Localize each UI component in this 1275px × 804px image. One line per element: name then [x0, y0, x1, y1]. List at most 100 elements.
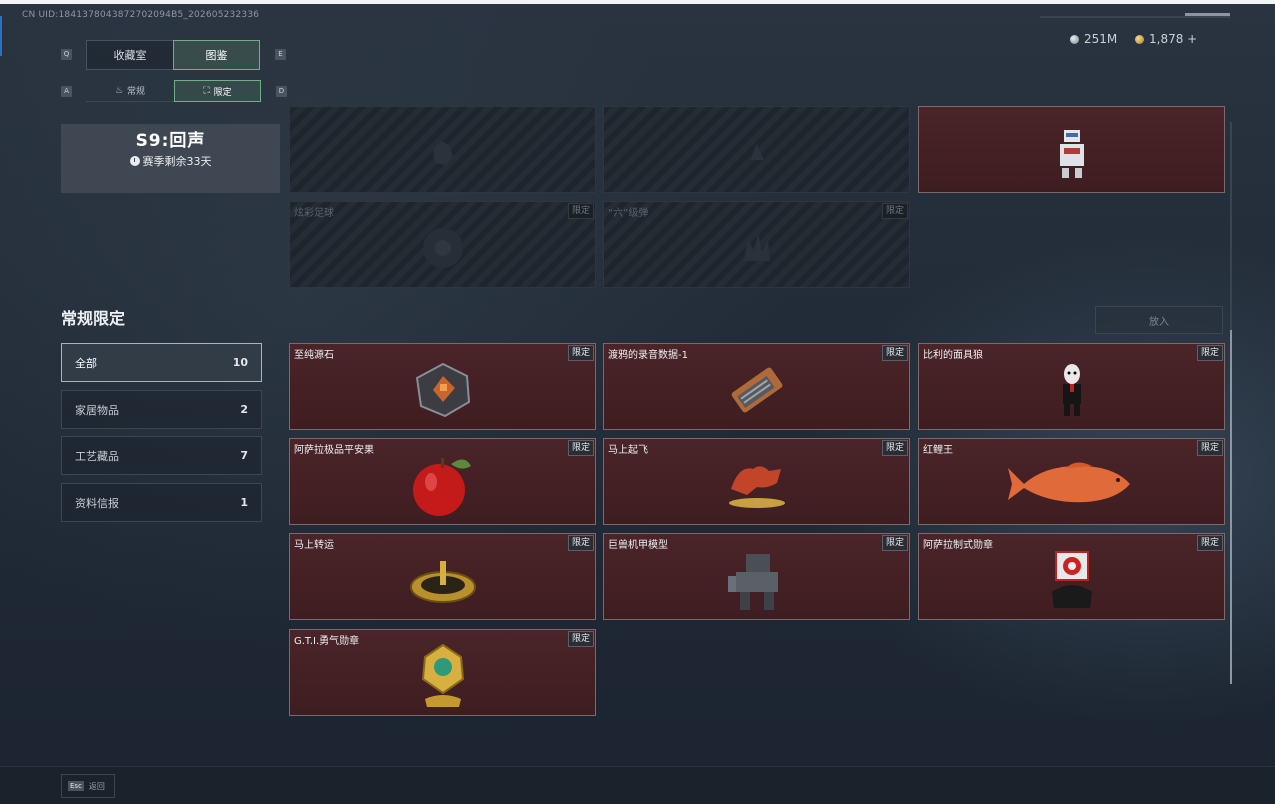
robot-figure-icon — [1059, 129, 1084, 178]
filter-label: 工艺藏品 — [75, 449, 119, 463]
item-name: 至纯源石 — [294, 350, 334, 361]
subtab-label: 常规 — [127, 87, 146, 97]
item-name: 巨兽机甲模型 — [608, 540, 668, 551]
subtab-limited[interactable]: ⛶ 限定 — [174, 80, 261, 102]
football-icon — [422, 227, 463, 268]
esc-key-icon: Esc — [68, 781, 84, 791]
mech-model-icon — [727, 553, 778, 610]
subtab-label: 限定 — [213, 87, 232, 98]
source-stone-icon — [415, 362, 470, 418]
season-item-card[interactable] — [918, 106, 1225, 193]
hand-gesture-icon — [743, 232, 770, 261]
collection-item-card[interactable]: 至纯源石 限定 — [289, 343, 596, 430]
currency-silver-value: 251M — [1084, 32, 1118, 46]
carp-fish-icon — [1007, 462, 1130, 503]
item-name: 比利的面具狼 — [923, 350, 983, 361]
medal-badge-icon — [1051, 550, 1092, 608]
window-top-strip — [0, 0, 1275, 4]
locked-item-icon — [432, 140, 453, 165]
locked-item-icon — [749, 143, 764, 160]
limited-tag: 限定 — [1196, 440, 1223, 456]
collection-item-card[interactable]: 马上起飞 限定 — [603, 438, 910, 525]
silver-coin-icon — [1070, 34, 1079, 44]
limited-tag: 限定 — [567, 631, 594, 647]
horse-statue-icon — [728, 466, 785, 508]
gold-coin-icon — [1135, 34, 1144, 44]
season-item-card[interactable]: “六”级弹 限定 — [603, 201, 910, 288]
top-indicator — [1185, 13, 1230, 16]
limited-tag: 限定 — [881, 440, 908, 456]
item-name: “六”级弹 — [608, 208, 649, 219]
user-uid: CN UID:1841378043872702094B5_20260523233… — [22, 10, 260, 20]
filter-all[interactable]: 全部 10 — [61, 343, 262, 382]
collection-item-card[interactable]: 马上转运 限定 — [289, 533, 596, 620]
collection-item-card[interactable]: G.T.I.勇气勋章 限定 — [289, 629, 596, 716]
tab-label: 图鉴 — [205, 49, 228, 62]
back-button[interactable]: Esc 返回 — [61, 774, 115, 798]
subtab-regular[interactable]: ♨ 常规 — [86, 80, 174, 102]
collection-item-card[interactable]: 阿萨拉制式勋章 限定 — [918, 533, 1225, 620]
window-edge-marker — [0, 16, 2, 56]
compass-disc-icon — [409, 560, 476, 603]
filter-label: 家居物品 — [75, 403, 119, 417]
item-name: 红鲤王 — [923, 445, 953, 456]
filter-crafts[interactable]: 工艺藏品 7 — [61, 436, 262, 475]
limited-tag: 限定 — [881, 345, 908, 361]
season-remaining-text: 赛季剩余33天 — [142, 155, 212, 168]
item-name: 马上起飞 — [608, 445, 648, 456]
filter-label: 资料信报 — [75, 496, 119, 510]
season-item-card[interactable]: 炫彩足球 限定 — [289, 201, 596, 288]
filter-home-items[interactable]: 家居物品 2 — [61, 390, 262, 429]
clock-icon — [129, 156, 140, 166]
item-name: 炫彩足球 — [294, 208, 334, 219]
limited-tag: 限定 — [1196, 535, 1223, 551]
top-divider — [1040, 16, 1230, 18]
footer-bar — [0, 766, 1275, 804]
scrollbar-thumb[interactable] — [1230, 330, 1232, 684]
season-remaining: 赛季剩余33天 — [61, 153, 280, 169]
season-item-card[interactable] — [289, 106, 596, 193]
item-name: G.T.I.勇气勋章 — [294, 636, 360, 647]
puppet-figure-icon — [1062, 363, 1081, 416]
item-name: 马上转运 — [294, 540, 334, 551]
item-name: 阿萨拉制式勋章 — [923, 540, 993, 551]
collection-item-card[interactable]: 阿萨拉极品平安果 限定 — [289, 438, 596, 525]
season-item-card[interactable] — [603, 106, 910, 193]
currency-gold-value: 1,878 + — [1149, 32, 1198, 46]
filter-count: 1 — [240, 496, 248, 509]
limited-tag: 限定 — [567, 440, 594, 456]
key-hint-q: Q — [61, 49, 72, 60]
season-title: S9:回声 — [135, 131, 206, 151]
tab-collection-room[interactable]: 收藏室 — [86, 40, 174, 70]
put-in-button[interactable]: 放入 — [1095, 306, 1223, 334]
filter-intel[interactable]: 资料信报 1 — [61, 483, 262, 522]
limited-tag: 限定 — [881, 535, 908, 551]
key-hint-a: A — [61, 86, 72, 97]
limited-tag: 限定 — [567, 203, 594, 219]
filter-count: 7 — [240, 449, 248, 462]
filter-count: 10 — [232, 356, 248, 369]
season-banner[interactable]: S9:回声 赛季剩余33天 — [61, 124, 280, 193]
section-title: 常规限定 — [61, 309, 126, 328]
collection-item-card[interactable]: 渡鸦的录音数据-1 限定 — [603, 343, 910, 430]
limited-tag: 限定 — [567, 535, 594, 551]
tab-codex[interactable]: 图鉴 — [173, 40, 260, 70]
back-label: 返回 — [88, 781, 105, 791]
collection-item-card[interactable]: 比利的面具狼 限定 — [918, 343, 1225, 430]
currency-silver[interactable]: 251M — [1070, 32, 1117, 46]
collection-item-card[interactable]: 巨兽机甲模型 限定 — [603, 533, 910, 620]
limited-tag: 限定 — [881, 203, 908, 219]
data-chip-icon — [731, 367, 782, 413]
key-hint-e: E — [275, 49, 286, 60]
courage-medal-icon — [421, 643, 464, 707]
filter-count: 2 — [240, 403, 248, 416]
limited-icon: ⛶ — [203, 86, 210, 96]
key-hint-d: D — [276, 86, 287, 97]
filter-label: 全部 — [75, 356, 97, 370]
currency-gold[interactable]: 1,878 + — [1135, 32, 1197, 46]
apple-icon — [412, 457, 471, 516]
collection-item-card[interactable]: 红鲤王 限定 — [918, 438, 1225, 525]
tab-label: 收藏室 — [113, 49, 147, 62]
limited-tag: 限定 — [1196, 345, 1223, 361]
regular-icon: ♨ — [114, 85, 124, 96]
